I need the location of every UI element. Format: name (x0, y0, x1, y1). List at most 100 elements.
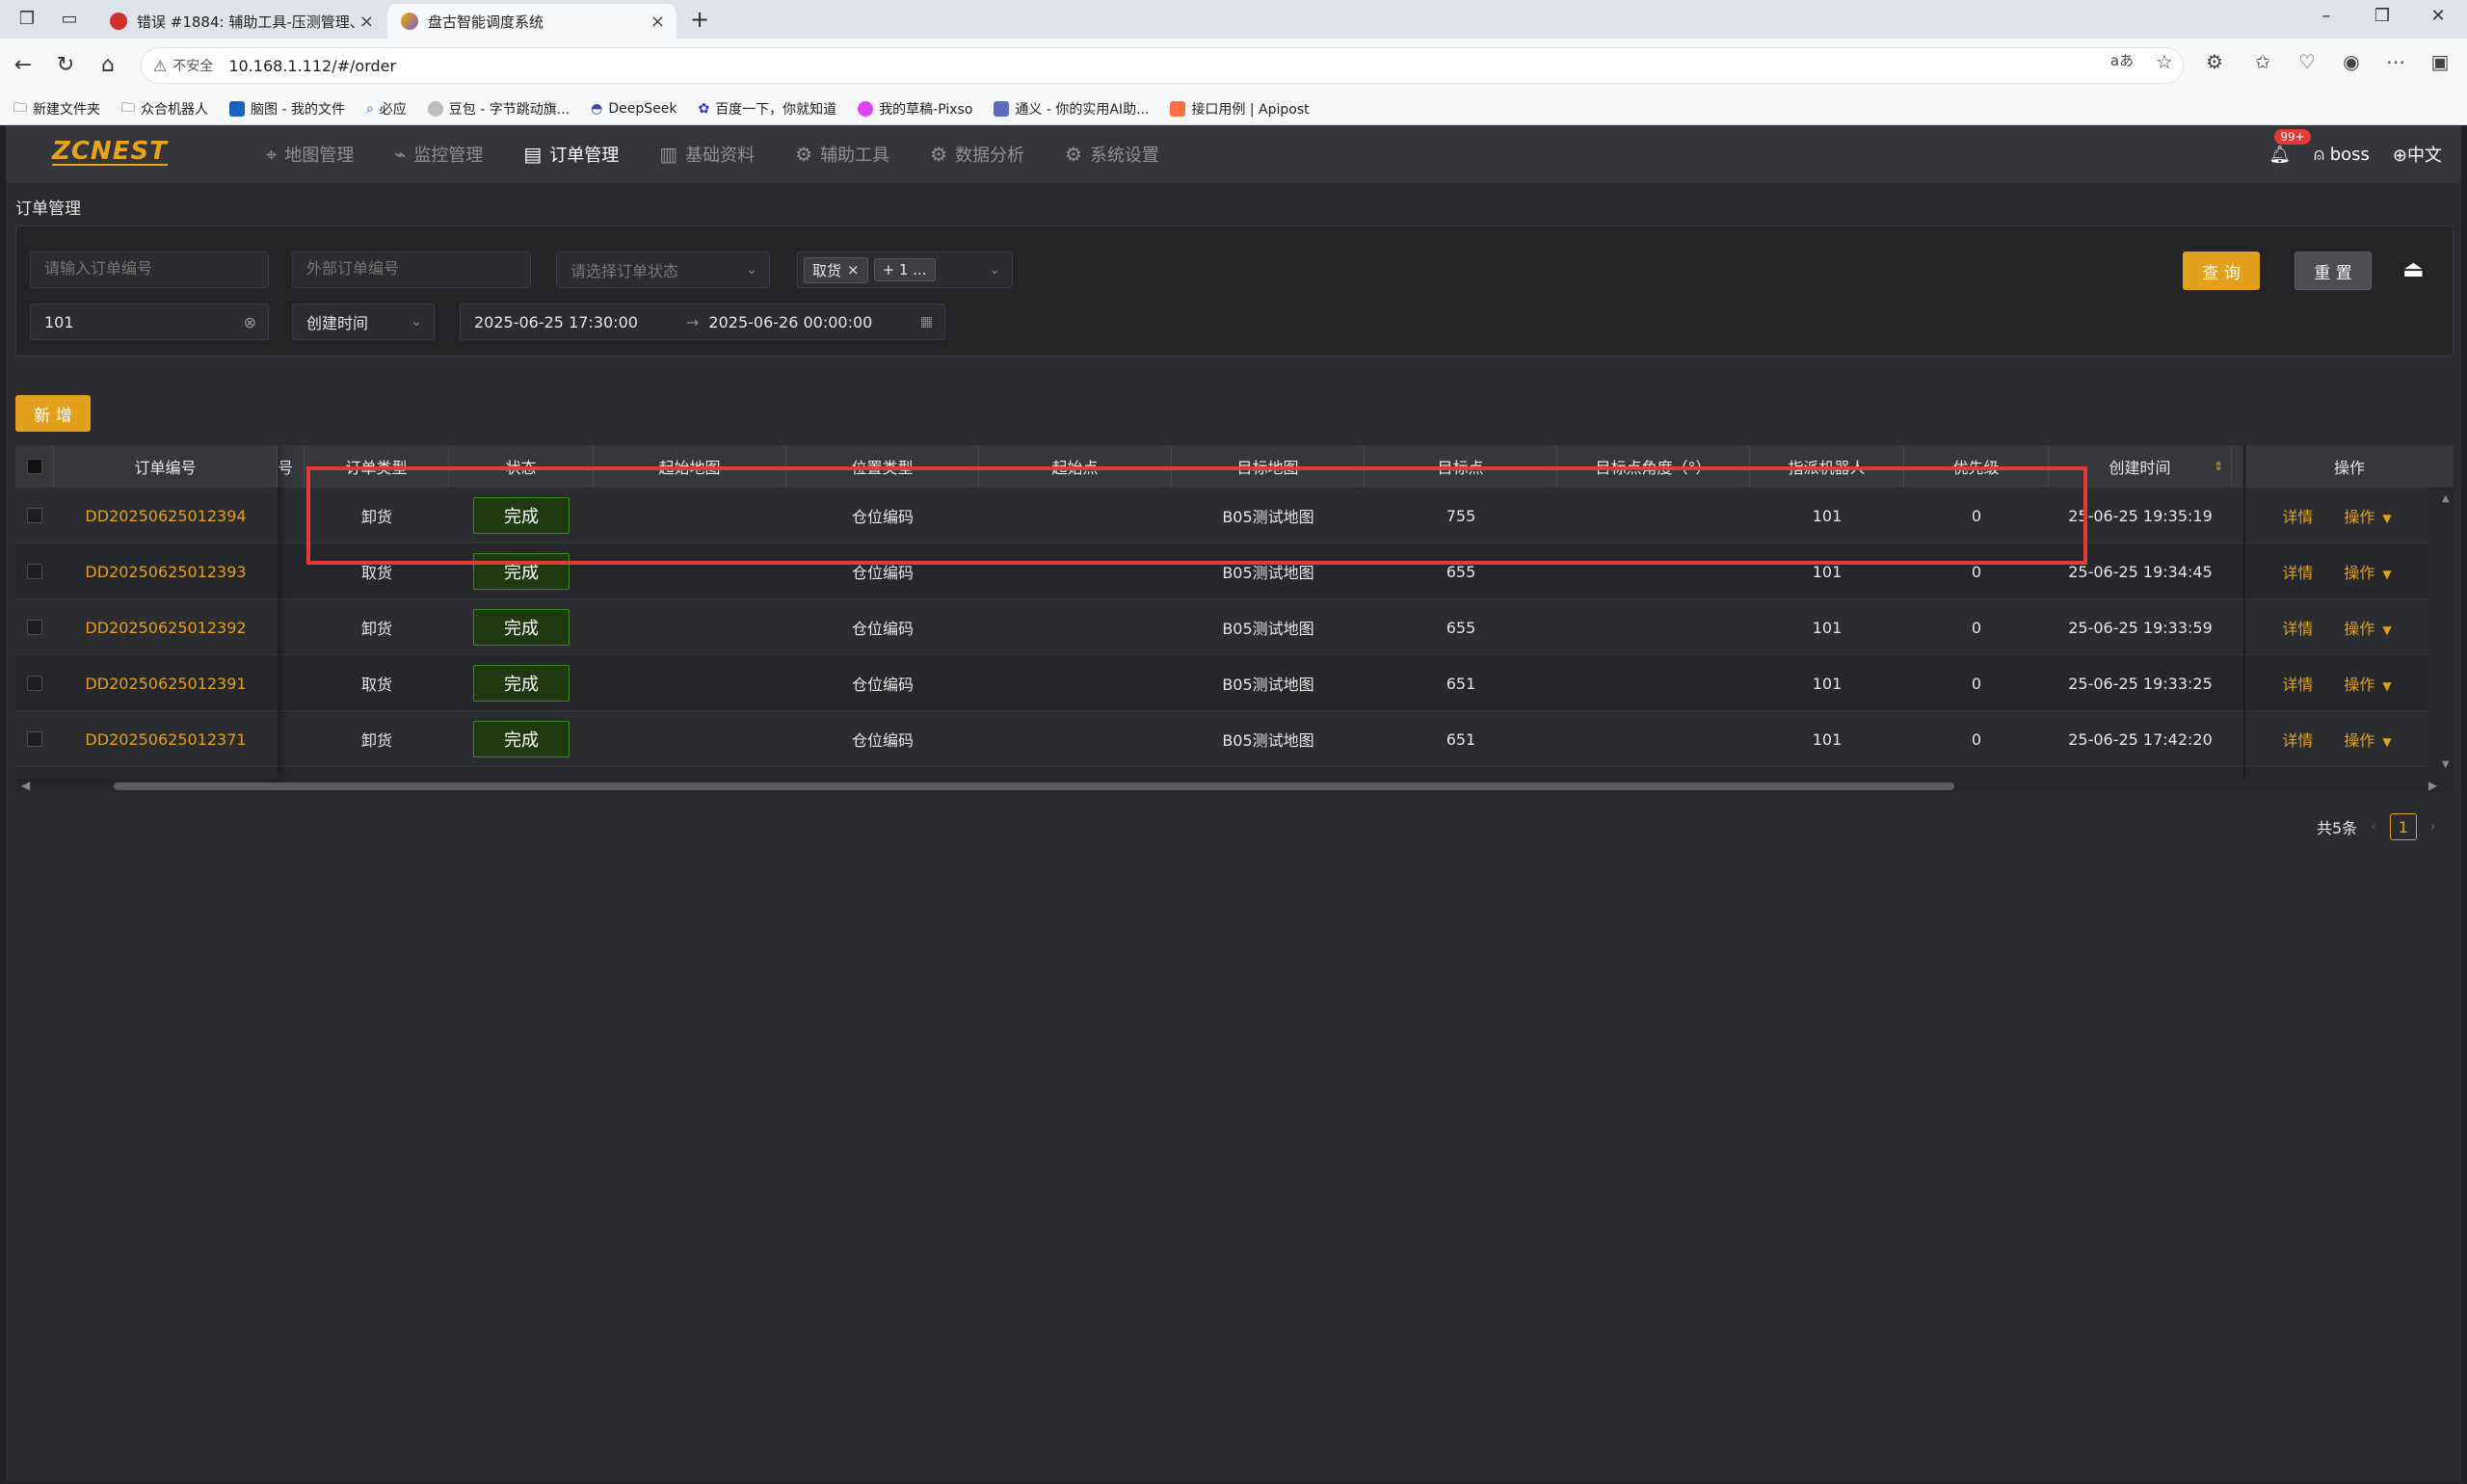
user-menu[interactable]: ⍝ boss (2314, 145, 2370, 165)
cell-order-no[interactable]: DD20250625012393 (54, 543, 278, 599)
scroll-up-icon[interactable]: ▲ (2442, 493, 2450, 504)
col-robot[interactable]: 指派机器人 (1750, 445, 1904, 488)
close-icon[interactable]: × (650, 12, 665, 32)
detail-link[interactable]: 详情 (2282, 728, 2313, 751)
robot-input[interactable]: 101 ⊗ (30, 304, 269, 340)
more-icon[interactable]: ⋯ (2380, 50, 2411, 73)
bookmark-item[interactable]: 通义 - 你的实用AI助... (994, 99, 1149, 119)
col-start-map[interactable]: 起始地图 (594, 445, 786, 488)
horizontal-scrollbar[interactable]: ◀ ▶ (15, 779, 2454, 792)
nav-order-management[interactable]: ▤ 订单管理 (523, 142, 619, 167)
browser-tab-active[interactable]: 盘古智能调度系统 × (387, 4, 676, 39)
read-aloud-icon[interactable]: aあ (2107, 50, 2137, 70)
order-type-select[interactable]: 取货 × + 1 ... ⌄ (797, 252, 1013, 288)
nav-tools[interactable]: ⚙ 辅助工具 (795, 142, 889, 167)
detail-link[interactable]: 详情 (2282, 672, 2313, 695)
sidebar-icon[interactable]: ▣ (2425, 50, 2455, 73)
col-start-point[interactable]: 起始点 (979, 445, 1172, 488)
col-target-point[interactable]: 目标点 (1365, 445, 1557, 488)
col-priority[interactable]: 优先级 (1904, 445, 2049, 488)
date-start[interactable]: 2025-06-25 17:30:00 (474, 313, 676, 331)
extensions-icon[interactable]: ⚙ (2199, 50, 2230, 73)
table-row[interactable]: DD20250625012392 卸货 完成 仓位编码 B05测试地图 655 101 0 25… (15, 599, 2428, 655)
bookmark-item[interactable]: 🗀 众合机器人 (121, 97, 208, 120)
table-row[interactable]: DD20250625012394 卸货 完成 仓位编码 B05测试地图 755 101 0 25… (15, 488, 2428, 543)
health-icon[interactable]: ♡ (2292, 50, 2322, 73)
query-button[interactable]: 查 询 (2183, 252, 2260, 290)
reset-button[interactable]: 重 置 (2295, 252, 2372, 290)
minimize-icon[interactable]: – (2307, 6, 2346, 26)
nav-map-management[interactable]: ⌖ 地图管理 (266, 142, 354, 167)
select-all-checkbox[interactable] (26, 459, 42, 474)
detail-link[interactable]: 详情 (2282, 504, 2313, 527)
detail-link[interactable]: 详情 (2282, 560, 2313, 583)
next-page-icon[interactable]: › (2430, 819, 2436, 835)
ops-dropdown[interactable]: 操作 ▼ (2344, 672, 2391, 695)
row-checkbox[interactable] (27, 620, 42, 635)
col-status[interactable]: 状态 (449, 445, 594, 488)
row-checkbox[interactable] (27, 676, 42, 691)
new-tab-icon[interactable]: + (688, 8, 711, 31)
workspaces-icon[interactable]: ❒ (15, 8, 39, 31)
detail-link[interactable]: 详情 (2282, 616, 2313, 639)
nav-system-settings[interactable]: ⚙ 系统设置 (1065, 142, 1159, 167)
ops-dropdown[interactable]: 操作 ▼ (2344, 560, 2391, 583)
scrollbar-thumb[interactable] (114, 782, 1954, 790)
address-field[interactable]: ⚠ 不安全 10.168.1.112/#/order (141, 47, 2184, 84)
bookmark-item[interactable]: 豆包 - 字节跳动旗... (427, 99, 570, 119)
tag-remove-icon[interactable]: × (847, 261, 860, 278)
bookmark-item[interactable]: 接口用例 | Apipost (1170, 99, 1310, 119)
favorites-icon[interactable]: ✩ (2247, 50, 2278, 73)
ops-dropdown[interactable]: 操作 ▼ (2344, 504, 2391, 527)
sort-icon[interactable]: ⇕ (2214, 460, 2223, 473)
date-range-picker[interactable]: 2025-06-25 17:30:00 → 2025-06-26 00:00:0… (460, 304, 945, 340)
scroll-left-icon[interactable]: ◀ (21, 779, 30, 792)
scroll-right-icon[interactable]: ▶ (2428, 779, 2437, 792)
col-position-type[interactable]: 位置类型 (786, 445, 979, 488)
scroll-down-icon[interactable]: ▼ (2442, 759, 2450, 770)
table-row[interactable]: DD20250625012393 取货 完成 仓位编码 B05测试地图 655 101 0 25… (15, 543, 2428, 599)
time-field-select[interactable]: 创建时间 ⌄ (292, 304, 435, 340)
ops-dropdown[interactable]: 操作 ▼ (2344, 616, 2391, 639)
col-target-angle[interactable]: 目标点角度（°） (1557, 445, 1750, 488)
nav-basic-data[interactable]: ▥ 基础资料 (659, 142, 755, 167)
nav-monitor-management[interactable]: ⌁ 监控管理 (394, 142, 483, 167)
browser-tab[interactable]: 错误 #1884: 辅助工具-压测管理、 × (96, 4, 385, 39)
window-close-icon[interactable]: ✕ (2419, 6, 2457, 26)
ops-dropdown[interactable]: 操作 ▼ (2344, 728, 2391, 751)
close-icon[interactable]: × (359, 12, 374, 32)
date-end[interactable]: 2025-06-26 00:00:00 (708, 313, 872, 331)
restore-icon[interactable]: ❐ (2363, 6, 2401, 26)
collapse-icon[interactable]: ⏏ (2402, 255, 2425, 282)
bookmark-item[interactable]: ⌕ 必应 (366, 99, 407, 119)
cell-order-no[interactable]: DD20250625012391 (54, 655, 278, 711)
cell-order-no[interactable]: DD20250625012394 (54, 488, 278, 543)
language-switch[interactable]: ⊕中文 (2393, 142, 2442, 167)
page-current[interactable]: 1 (2389, 813, 2417, 840)
bookmark-item[interactable]: 我的草稿-Pixso (858, 99, 972, 119)
logo[interactable]: ZCNEST (52, 139, 168, 166)
row-checkbox[interactable] (27, 564, 42, 579)
back-icon[interactable]: ← (8, 50, 39, 81)
nav-data-analysis[interactable]: ⚙ 数据分析 (930, 142, 1024, 167)
bookmark-item[interactable]: ◓ DeepSeek (591, 101, 676, 117)
bookmark-item[interactable]: 🗀 新建文件夹 (13, 97, 100, 120)
reload-icon[interactable]: ↻ (50, 50, 81, 81)
bookmark-item[interactable]: ✿ 百度一下，你就知道 (698, 99, 836, 119)
vertical-scrollbar[interactable]: ▲ ▼ (2442, 493, 2454, 773)
bookmark-item[interactable]: 脑图 - 我的文件 (229, 99, 345, 119)
cell-order-no[interactable]: DD20250625012392 (54, 599, 278, 655)
profile-avatar-icon[interactable]: ◉ (2336, 50, 2367, 73)
prev-page-icon[interactable]: ‹ (2371, 819, 2376, 835)
order-status-select[interactable]: 请选择订单状态 ⌄ (556, 252, 770, 288)
col-order-type[interactable]: 订单类型 (305, 445, 449, 488)
notification-button[interactable]: 🔔︎ 99+ (2268, 128, 2311, 165)
table-row[interactable]: DD20250625012391 取货 完成 仓位编码 B05测试地图 651 101 0 25… (15, 655, 2428, 711)
clear-icon[interactable]: ⊗ (244, 313, 256, 331)
row-checkbox[interactable] (27, 508, 42, 523)
col-created[interactable]: 创建时间 ⇕ (2049, 445, 2232, 488)
cell-order-no[interactable]: DD20250625012371 (54, 711, 278, 767)
col-target-map[interactable]: 目标地图 (1172, 445, 1365, 488)
tab-actions-icon[interactable]: ▭ (58, 8, 81, 31)
add-button[interactable]: 新 增 (15, 395, 91, 432)
